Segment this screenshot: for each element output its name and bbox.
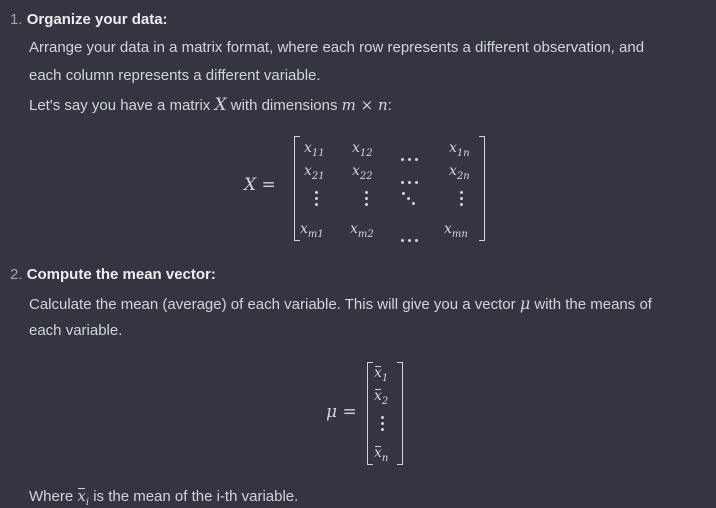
vector-entry: xn (374, 445, 389, 464)
vertical-ellipsis (315, 191, 318, 209)
step-1-paragraph-line-2: each column represents a different varia… (29, 67, 321, 84)
text-segment: with dimensions (230, 97, 338, 114)
matrix-cell: xmn (444, 221, 468, 240)
equation-lhs: μ = (326, 402, 357, 422)
step-1-paragraph-line-1: Arrange your data in a matrix format, wh… (29, 39, 645, 56)
vertical-ellipsis (365, 191, 368, 209)
step-2-paragraph-line-2: each variable. (29, 322, 123, 339)
step-heading: Organize your data: (26, 11, 168, 28)
matrix-cell: x11 (304, 140, 325, 159)
matrix-lhs: X = (244, 175, 276, 195)
text-segment: is the mean of the i-th variable. (93, 488, 299, 505)
mean-vector-symbol: μ (519, 294, 531, 313)
left-bracket (367, 362, 373, 465)
footer-line: Where xi is the mean of the i-th variabl… (29, 487, 298, 508)
text-segment: : (387, 97, 392, 114)
mean-symbol: xi (77, 487, 90, 508)
matrix-variable: X (214, 95, 227, 115)
right-bracket (397, 362, 403, 465)
diagonal-ellipsis (402, 192, 416, 206)
matrix-cell: x1n (449, 140, 470, 159)
equation-lhs: X = (244, 175, 276, 195)
text-segment: Where (29, 488, 74, 505)
text-segment: with the means of (534, 296, 652, 313)
vertical-ellipsis (460, 191, 463, 209)
text-segment: Let's say you have a matrix (29, 97, 211, 114)
matrix-cell: x21 (304, 163, 325, 182)
horizontal-ellipsis (401, 229, 422, 242)
step-2: 2. Compute the mean vector: (10, 266, 216, 283)
matrix-cell: xm1 (300, 221, 324, 240)
vector-entry: x2 (374, 388, 389, 407)
horizontal-ellipsis (401, 171, 422, 184)
step-2-paragraph-line-1: Calculate the mean (average) of each var… (29, 294, 652, 313)
vector-lhs: μ = (326, 402, 357, 422)
matrix-cell: x22 (352, 163, 373, 182)
step-number: 1. (10, 11, 23, 28)
matrix-cell: x12 (352, 140, 373, 159)
matrix-cell: x2n (449, 163, 470, 182)
matrix-dimensions: m × n (341, 96, 388, 114)
matrix-cell: xm2 (350, 221, 374, 240)
text-segment: Calculate the mean (average) of each var… (29, 296, 516, 313)
step-number: 2. (10, 266, 23, 283)
right-bracket (479, 136, 485, 241)
step-1-paragraph-line-3: Let's say you have a matrix X with dimen… (29, 95, 392, 115)
horizontal-ellipsis (401, 148, 422, 161)
vertical-ellipsis (381, 416, 384, 434)
step-1: 1. Organize your data: (10, 11, 168, 28)
vector-entry: x1 (374, 365, 389, 384)
step-heading: Compute the mean vector: (26, 266, 216, 283)
